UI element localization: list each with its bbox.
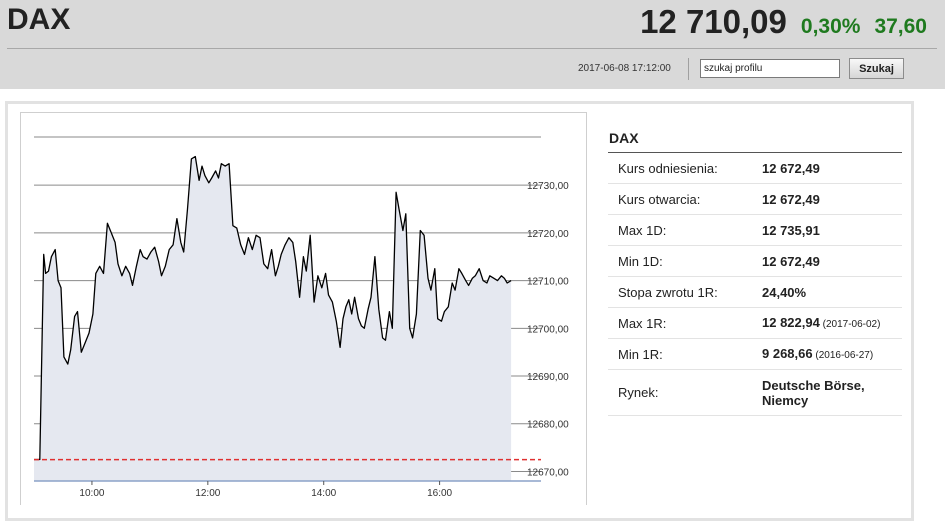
change-absolute: 37,60 [874,15,927,38]
info-value-text: 9 268,66 [762,345,813,361]
info-value-text: 12 672,49 [762,160,820,176]
info-date: (2016-06-27) [812,349,874,361]
info-value-text: 12 822,94 [762,314,820,330]
info-label: Min 1D: [618,253,663,269]
info-label: Max 1R: [618,315,667,331]
info-row: Max 1D: 12 735,91 [608,215,902,246]
info-row: Min 1R: 9 268,66 (2016-06-27) [608,339,902,370]
info-label: Kurs odniesienia: [618,160,718,176]
x-tick-label: 12:00 [195,488,220,499]
info-value: 9 268,66 (2016-06-27) [762,346,902,363]
x-tick-label: 16:00 [427,488,452,499]
x-tick-label: 10:00 [79,488,104,499]
info-label: Max 1D: [618,222,667,238]
info-row: Kurs odniesienia: 12 672,49 [608,153,902,184]
info-row: Min 1D: 12 672,49 [608,246,902,277]
info-value-text: 12 672,49 [762,253,820,269]
info-value-text: 12 735,91 [762,222,820,238]
y-tick-label: 12710,00 [527,277,569,288]
info-value: 12 822,94 (2017-06-02) [762,315,902,332]
quote-header: DAX 12 710,09 0,30% 37,60 2017-06-08 17:… [0,0,945,89]
y-tick-label: 12720,00 [527,229,569,240]
info-label: Stopa zwrotu 1R: [618,284,718,300]
info-row: Max 1R: 12 822,94 (2017-06-02) [608,308,902,339]
chart-svg: 12730,00 12720,00 12710,00 12700,00 12690,00… [34,136,569,499]
y-tick-label: 12670,00 [527,467,569,478]
search-button[interactable]: Szukaj [849,58,904,79]
toolbar-separator [688,58,689,80]
info-value: Deutsche Börse, Niemcy [762,378,902,408]
info-value: 12 672,49 [762,192,902,207]
info-label: Min 1R: [618,346,663,362]
info-row: Kurs otwarcia: 12 672,49 [608,184,902,215]
quote-info-table: DAX Kurs odniesienia: 12 672,49 Kurs otwar… [608,126,902,416]
change-percent: 0,30% [800,15,861,38]
y-tick-label: 12730,00 [527,181,569,192]
y-tick-label: 12700,00 [527,324,569,335]
y-tick-label: 12680,00 [527,420,569,431]
info-value: 12 672,49 [762,254,902,269]
price-row: 12 710,09 0,30% 37,60 [640,3,927,41]
y-tick-label: 12690,00 [527,372,569,383]
info-value-text: Deutsche Börse, Niemcy [762,377,865,408]
info-value: 24,40% [762,285,902,300]
profile-search-input[interactable] [700,59,840,78]
info-rows: Kurs odniesienia: 12 672,49 Kurs otwarcia:… [608,153,902,416]
x-tick-label: 14:00 [311,488,336,499]
info-value-text: 12 672,49 [762,191,820,207]
info-label: Rynek: [618,385,659,400]
header-divider [7,48,937,49]
info-value: 12 735,91 [762,223,902,238]
info-label: Kurs otwarcia: [618,191,701,207]
info-value: 12 672,49 [762,161,902,176]
last-price: 12 710,09 [640,3,787,40]
series-area [34,156,512,481]
intraday-chart: 12730,00 12720,00 12710,00 12700,00 12690,00… [20,112,587,505]
info-title: DAX [608,126,902,153]
quote-datetime: 2017-06-08 17:12:00 [578,63,671,74]
info-value-text: 24,40% [762,284,807,300]
info-row: Rynek: Deutsche Börse, Niemcy [608,370,902,416]
instrument-name: DAX [7,3,71,36]
info-date: (2017-06-02) [819,318,881,330]
info-row: Stopa zwrotu 1R: 24,40% [608,277,902,308]
